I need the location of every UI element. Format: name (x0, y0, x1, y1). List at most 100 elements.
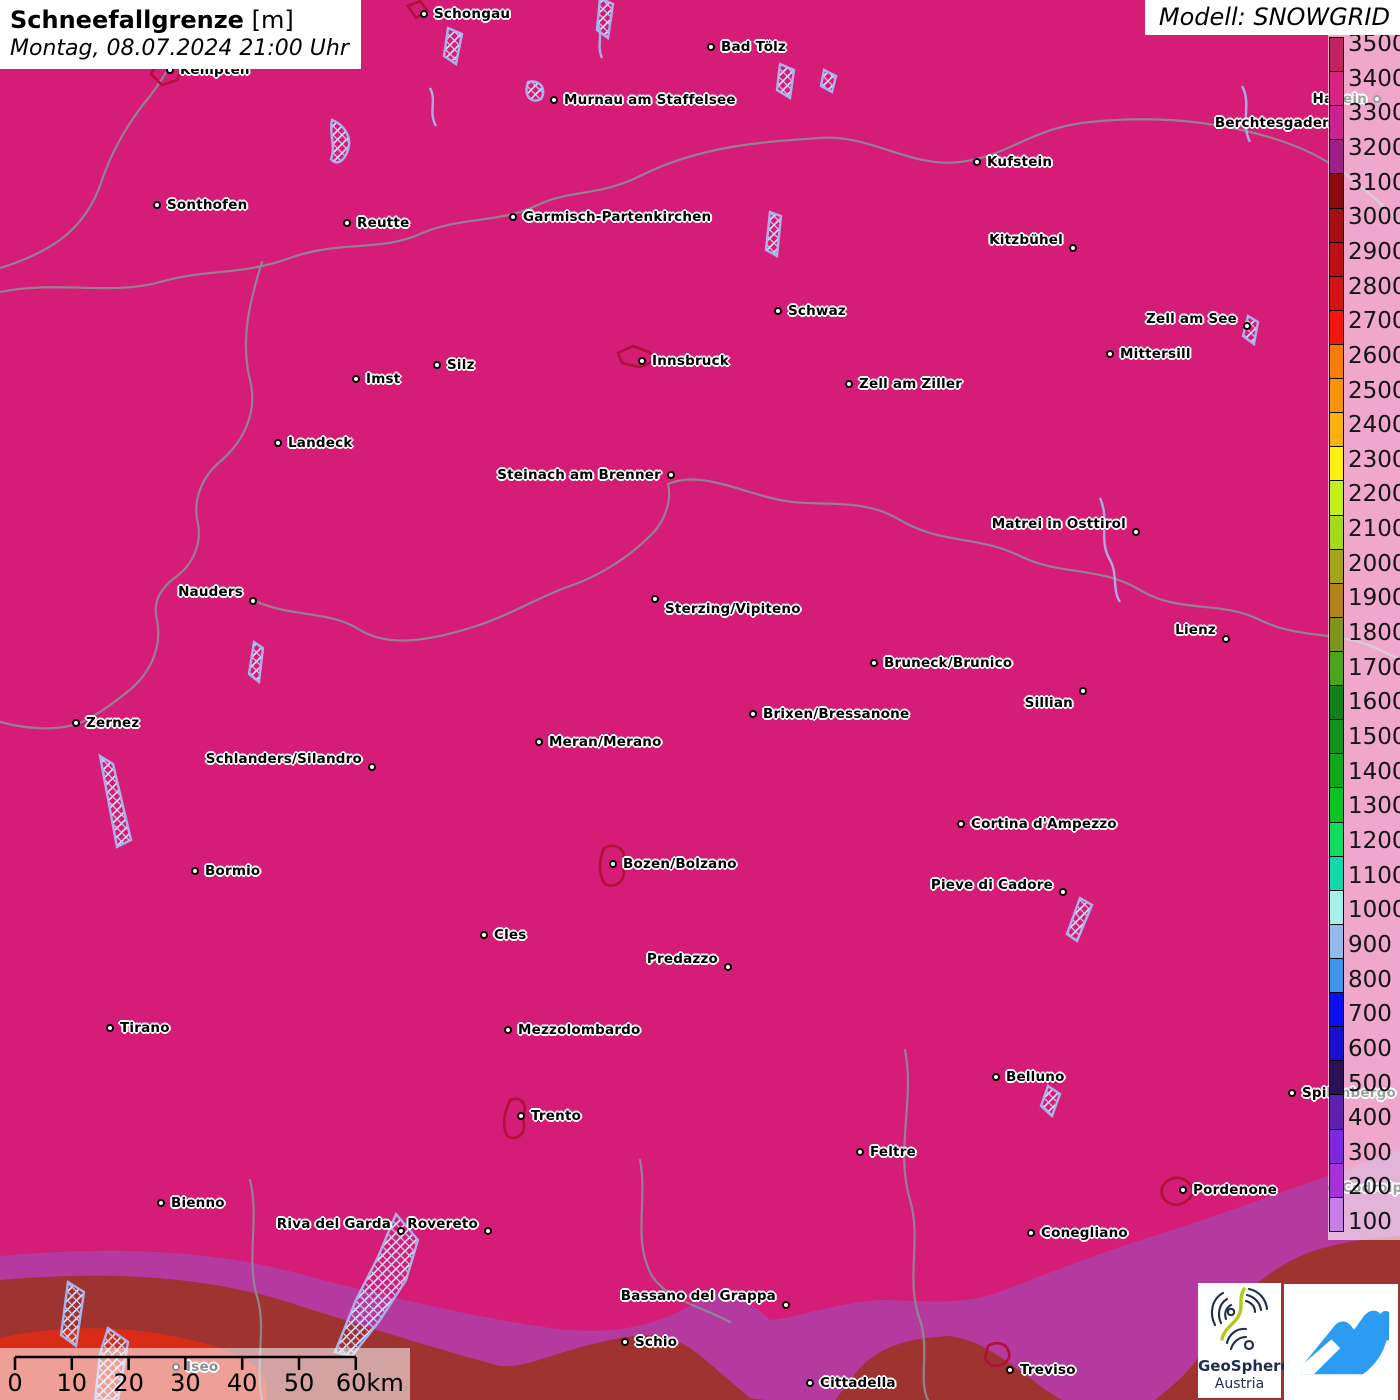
colorbar-segment (1330, 379, 1343, 414)
map-title: Schneefallgrenze [m] (10, 6, 349, 34)
city-dot (509, 213, 517, 221)
city-dot (191, 867, 199, 875)
city-label: Pieve di Cadore (930, 877, 1053, 893)
city-dot (1243, 322, 1251, 330)
scalebar: 0 10 20 30 40 50 60km (0, 1348, 410, 1400)
city-label: Cles (494, 927, 527, 943)
colorbar-segment (1330, 856, 1343, 891)
scalebar-label: 10 (56, 1369, 88, 1397)
city-label: Steinach am Brenner (497, 467, 661, 483)
colorbar-segment (1330, 617, 1343, 652)
city-label: Berchtesgaden (1214, 115, 1332, 131)
geosphere-country: Austria (1214, 1376, 1265, 1392)
city-dot (1106, 350, 1114, 358)
geosphere-logo: GeoSphere Austria (1198, 1283, 1291, 1398)
title-unit: [m] (251, 6, 294, 34)
lake-staffelsee (525, 80, 545, 102)
city-label: Nauders (178, 584, 243, 600)
title-box: Schneefallgrenze [m] Montag, 08.07.2024 … (0, 0, 361, 69)
city-label: Zell am See (1145, 311, 1237, 327)
city-label: Treviso (1020, 1362, 1076, 1378)
city-label: Cittadella (820, 1375, 896, 1391)
city-label: Bruneck/Brunico (884, 655, 1013, 671)
city-label: Matrei in Osttirol (991, 516, 1126, 532)
colorbar-segment (1330, 822, 1343, 857)
city-dot (1059, 888, 1067, 896)
city-dot (651, 595, 659, 603)
city-dot (1069, 244, 1077, 252)
scalebar-label: 50 (283, 1369, 315, 1397)
city-dot (1132, 528, 1140, 536)
city-label: Zernez (86, 715, 140, 731)
city-dot (433, 361, 441, 369)
city-dot (724, 963, 732, 971)
city-label: Schio (635, 1334, 678, 1350)
map-datetime: Montag, 08.07.2024 21:00 Uhr (10, 36, 349, 61)
city-label: Bozen/Bolzano (623, 856, 737, 872)
city-label: Murnau am Staffelsee (564, 92, 736, 108)
city-dot (806, 1379, 814, 1387)
colorbar-segment (1330, 276, 1343, 311)
city-dot (1006, 1366, 1014, 1374)
colorbar-segment (1330, 344, 1343, 380)
colorbar-segment (1330, 1197, 1343, 1231)
colorbar-segment (1330, 924, 1343, 959)
city-dot (1222, 635, 1230, 643)
city-dot (484, 1227, 492, 1235)
city-label: Mittersill (1120, 346, 1191, 362)
city-dot (609, 860, 617, 868)
city-label: Mezzolombardo (518, 1022, 641, 1038)
city-label: Schlanders/Silandro (205, 751, 362, 767)
city-label: Kufstein (987, 154, 1053, 170)
colorbar-segment (1330, 583, 1343, 618)
colorbar-segment (1330, 174, 1343, 209)
city-label: Rovereto (407, 1216, 478, 1232)
city-dot (550, 96, 558, 104)
city-dot (1179, 1186, 1187, 1194)
city-dot (535, 738, 543, 746)
colorbar-segment (1330, 413, 1343, 448)
scalebar-label: 0 (7, 1369, 23, 1397)
colorbar-strip (1329, 37, 1344, 1232)
city-label: Meran/Merano (549, 734, 662, 750)
colorbar-segment (1330, 1027, 1343, 1062)
city-dot (274, 439, 282, 447)
city-label: Silz (447, 357, 475, 373)
city-dot (870, 659, 878, 667)
colorbar-segment (1330, 242, 1343, 277)
city-label: Sillian (1024, 695, 1073, 711)
city-label: Landeck (288, 435, 353, 451)
city-dot (621, 1338, 629, 1346)
city-dot (157, 1199, 165, 1207)
city-dot (368, 763, 376, 771)
city-label: Belluno (1006, 1069, 1065, 1085)
colorbar-segment (1330, 958, 1343, 994)
city-dot (992, 1073, 1000, 1081)
city-dot (707, 43, 715, 51)
colorbar-segment (1330, 720, 1343, 755)
city-dot (957, 820, 965, 828)
scalebar-label: 30 (170, 1369, 201, 1397)
colorbar-segment (1330, 38, 1343, 73)
city-label: Reutte (357, 215, 410, 231)
city-label: Bormio (205, 863, 261, 879)
colorbar-segment (1330, 310, 1343, 345)
colorbar-segment (1330, 686, 1343, 721)
colorbar-segment (1330, 481, 1343, 516)
lake-achensee (764, 210, 783, 258)
city-dot (106, 1024, 114, 1032)
scalebar-label: 60km (335, 1369, 404, 1397)
colorbar-segment (1330, 549, 1343, 584)
model-box: Modell: SNOWGRID (1144, 0, 1400, 35)
city-label: Feltre (870, 1144, 916, 1160)
colorbar-segment (1330, 1095, 1343, 1130)
city-label: Bienno (171, 1195, 225, 1211)
city-label: Garmisch-Partenkirchen (523, 209, 712, 225)
weather-map-page: Schongau Bad Tölz Kempten Murnau am Staffel… (0, 0, 1400, 1400)
city-label: Innsbruck (652, 353, 729, 369)
city-dot (249, 597, 257, 605)
colorbar-segment (1330, 1163, 1343, 1198)
city-label: Brixen/Bressanone (763, 706, 910, 722)
scalebar-label: 20 (113, 1369, 144, 1397)
colorbar-segment (1330, 208, 1343, 243)
